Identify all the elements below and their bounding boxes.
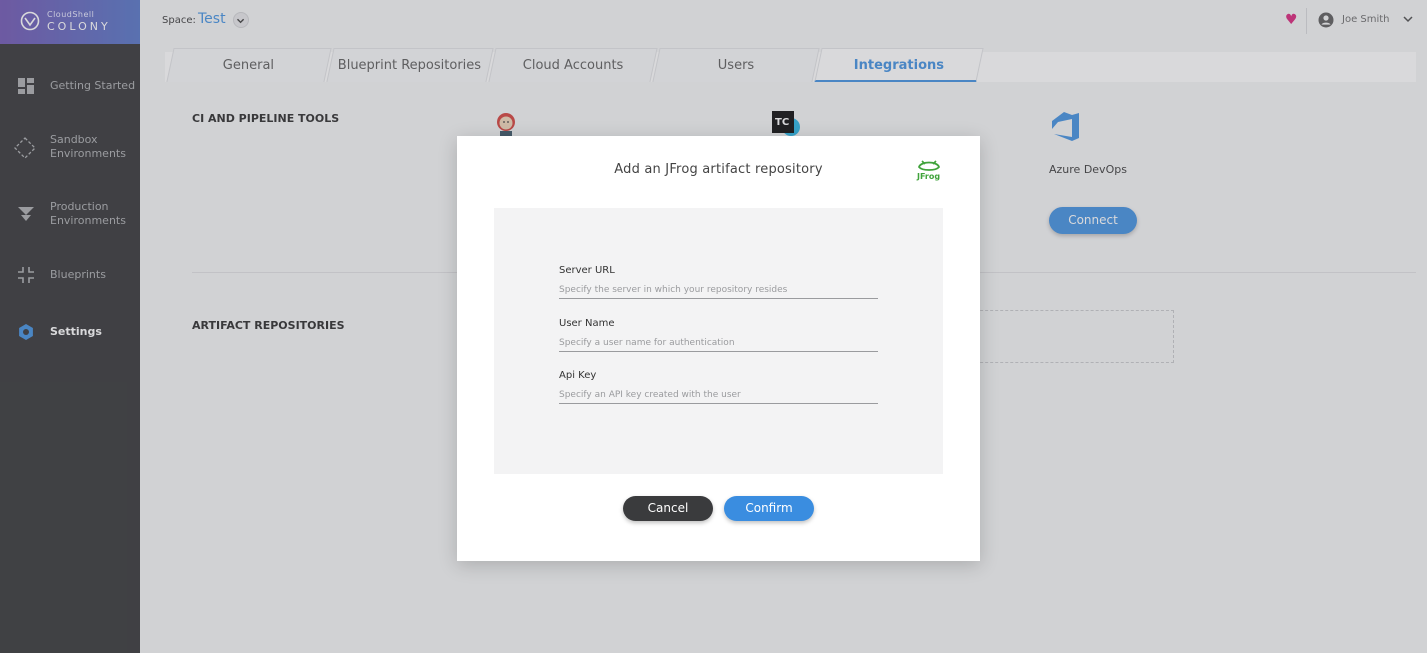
form-area: Server URL User Name Api Key <box>494 208 943 474</box>
user-name-label: User Name <box>559 318 615 329</box>
confirm-button[interactable]: Confirm <box>724 496 814 521</box>
server-url-input[interactable] <box>559 281 878 299</box>
user-name-input[interactable] <box>559 334 878 352</box>
jfrog-modal: Add an JFrog artifact repository JFrog S… <box>457 136 980 561</box>
api-key-input[interactable] <box>559 386 878 404</box>
api-key-label: Api Key <box>559 370 597 381</box>
cancel-button[interactable]: Cancel <box>623 496 713 521</box>
jfrog-frog-icon <box>917 160 941 171</box>
server-url-label: Server URL <box>559 265 615 276</box>
modal-title: Add an JFrog artifact repository <box>614 162 823 177</box>
jfrog-logo: JFrog <box>916 159 942 183</box>
jfrog-logo-text: JFrog <box>917 172 941 181</box>
